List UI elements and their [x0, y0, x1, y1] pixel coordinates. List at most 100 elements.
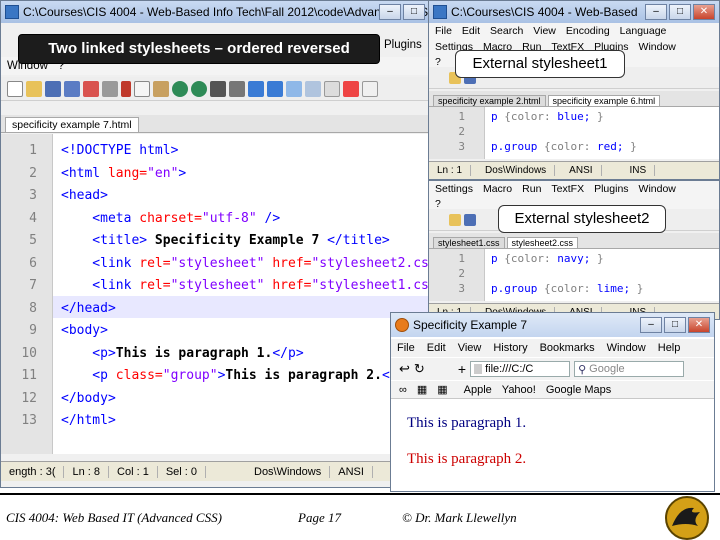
stylesheet1-statusbar: Ln : 1 Dos\Windows ANSI INS	[429, 161, 719, 179]
tab-specificity-example-2[interactable]: specificity example 2.html	[433, 95, 546, 106]
tab-stylesheet1[interactable]: stylesheet1.css	[433, 237, 505, 248]
code-line: <p class="group">This is paragraph 2.</p…	[61, 365, 413, 388]
reload-icon[interactable]: ↻	[414, 361, 454, 377]
main-editor-titlebar[interactable]: C:\Courses\CIS 4004 - Web-Based Info Tec…	[1, 1, 429, 23]
word-wrap-icon[interactable]	[305, 80, 321, 97]
zoom-in-icon[interactable]	[248, 80, 264, 97]
code-line: <body>	[61, 320, 108, 343]
stylesheet1-code-area[interactable]: 123 p {color: blue; } p.group {color: red…	[429, 107, 719, 159]
sync-scroll-icon[interactable]	[286, 80, 302, 97]
code-token: />	[256, 210, 281, 226]
menu-textfx[interactable]: TextFX	[551, 183, 584, 195]
maximize-button[interactable]: □	[664, 317, 686, 333]
browser-window: Specificity Example 7 – □ ✕ File Edit Vi…	[390, 312, 715, 492]
code-token: class=	[115, 368, 163, 383]
copy-icon[interactable]	[134, 80, 150, 97]
stylesheet1-title: C:\Courses\CIS 4004 - Web-Based Inf...	[451, 5, 641, 19]
find-icon[interactable]	[210, 80, 226, 97]
code-token: "stylesheet2.css"	[311, 255, 429, 271]
line-number: 10	[21, 345, 37, 361]
cut-icon[interactable]	[121, 80, 131, 97]
tab-specificity-example-7[interactable]: specificity example 7.html	[5, 117, 139, 132]
maximize-button[interactable]: □	[403, 4, 425, 20]
line-number: 3	[458, 282, 465, 295]
tab-stylesheet2[interactable]: stylesheet2.css	[506, 237, 579, 248]
menu-view[interactable]: View	[458, 342, 482, 354]
menu-window[interactable]: Window	[607, 342, 646, 354]
code-token: rel=	[139, 278, 171, 293]
tab-specificity-example-6[interactable]: specificity example 6.html	[547, 95, 661, 106]
menu-bookmarks[interactable]: Bookmarks	[540, 342, 595, 354]
close-file-icon[interactable]	[83, 80, 99, 97]
undo-icon[interactable]	[172, 80, 188, 97]
url-bar[interactable]: file:///C:/C	[470, 361, 571, 377]
code-token: </body>	[61, 390, 116, 406]
close-button[interactable]: ✕	[693, 4, 715, 20]
redo-icon[interactable]	[191, 80, 207, 97]
menu-file[interactable]: File	[435, 25, 452, 37]
reader-icon[interactable]: ∞	[399, 384, 407, 396]
menu-encoding[interactable]: Encoding	[566, 25, 610, 37]
callout-external-stylesheet1: External stylesheet1	[455, 50, 625, 78]
status-eol: Dos\Windows	[246, 465, 331, 478]
line-number: 3	[29, 188, 37, 203]
menu-run[interactable]: Run	[522, 183, 541, 195]
replace-icon[interactable]	[229, 80, 245, 97]
main-editor-code-area[interactable]: 1 2 3 4 5 6 7 8 9 10 11 12 13 <!DOCTYPE html> <html l…	[1, 134, 429, 454]
zoom-out-icon[interactable]	[267, 80, 283, 97]
minimize-button[interactable]: –	[379, 4, 401, 20]
search-bar[interactable]: ⚲ Google	[574, 361, 685, 377]
code-token: "group"	[162, 368, 218, 383]
paste-icon[interactable]	[153, 80, 169, 97]
menu-language[interactable]: Language	[620, 25, 667, 37]
status-insert-mode: INS	[622, 165, 656, 176]
bookmark-google-maps[interactable]: Google Maps	[546, 384, 611, 396]
status-encoding: ANSI	[561, 165, 602, 176]
menu-macro[interactable]: Macro	[483, 183, 512, 195]
new-file-icon[interactable]	[7, 80, 23, 97]
save-icon[interactable]	[45, 80, 61, 97]
menu-plugins[interactable]: Plugins	[594, 183, 628, 195]
menu-help[interactable]: Help	[658, 342, 681, 354]
code-token: red;	[596, 140, 624, 153]
open-file-icon[interactable]	[26, 80, 42, 97]
stylesheet1-titlebar[interactable]: C:\Courses\CIS 4004 - Web-Based Inf... –…	[429, 1, 719, 23]
show-all-chars-icon[interactable]	[324, 80, 340, 97]
bookmarks-icon[interactable]: ▦	[417, 383, 427, 396]
bookmark-yahoo[interactable]: Yahoo!	[502, 384, 536, 396]
menu-edit[interactable]: Edit	[427, 342, 446, 354]
minimize-button[interactable]: –	[645, 4, 667, 20]
minimize-button[interactable]: –	[640, 317, 662, 333]
menu-search[interactable]: Search	[490, 25, 523, 37]
menu-window[interactable]: Window	[639, 183, 676, 195]
print-icon[interactable]	[102, 80, 118, 97]
save-all-icon[interactable]	[64, 80, 80, 97]
browser-titlebar[interactable]: Specificity Example 7 – □ ✕	[391, 313, 714, 337]
bookmark-apple[interactable]: Apple	[464, 384, 492, 396]
code-line: <meta charset="utf-8" />	[61, 208, 280, 231]
browser-title: Specificity Example 7	[413, 318, 528, 332]
line-number: 2	[29, 165, 37, 181]
browser-navbar: ↩ ↻ + file:///C:/C ⚲ Google	[391, 358, 714, 380]
stylesheet2-editor-window: Settings Macro Run TextFX Plugins Window…	[428, 180, 720, 320]
maximize-button[interactable]: □	[669, 4, 691, 20]
code-line: <link rel="stylesheet" href="stylesheet1…	[61, 275, 429, 298]
line-number: 13	[21, 413, 37, 428]
menu-window[interactable]: Window	[639, 41, 676, 53]
menu-edit[interactable]: Edit	[462, 25, 480, 37]
record-macro-icon[interactable]	[362, 80, 378, 97]
stylesheet2-code-area[interactable]: 123 p {color: navy; } p.group {color: lim…	[429, 249, 719, 301]
line-number: 4	[29, 210, 37, 226]
open-file-icon[interactable]	[449, 213, 461, 226]
close-button[interactable]: ✕	[688, 317, 710, 333]
menu-history[interactable]: History	[493, 342, 527, 354]
save-icon[interactable]	[464, 213, 476, 226]
menu-settings[interactable]: Settings	[435, 183, 473, 195]
add-tab-icon[interactable]: +	[458, 361, 466, 377]
menu-view[interactable]: View	[533, 25, 556, 37]
back-forward-icon[interactable]: ↩	[399, 361, 410, 377]
grid-icon[interactable]: ▦	[437, 383, 447, 396]
menu-file[interactable]: File	[397, 342, 415, 354]
menu-plugins[interactable]: Plugins	[384, 39, 422, 51]
indent-guide-icon[interactable]	[343, 80, 359, 97]
